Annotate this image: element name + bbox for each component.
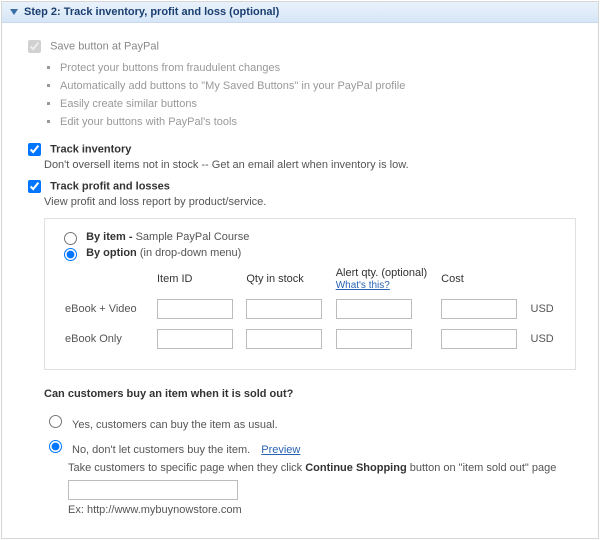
benefit-item: Protect your buttons from fraudulent cha… (60, 62, 576, 74)
item-id-input[interactable] (157, 299, 233, 319)
benefit-item: Automatically add buttons to "My Saved B… (60, 80, 576, 92)
benefit-item: Easily create similar buttons (60, 98, 576, 110)
by-item-example: Sample PayPal Course (133, 231, 250, 243)
col-cost: Cost (437, 265, 524, 293)
cost-input[interactable] (441, 329, 517, 349)
qty-input[interactable] (246, 299, 322, 319)
item-id-input[interactable] (157, 329, 233, 349)
soldout-url-example: Ex: http://www.mybuynowstore.com (68, 504, 576, 516)
tracking-options-box: By item - Sample PayPal Course By option… (44, 218, 576, 370)
track-pl-desc: View profit and loss report by product/s… (44, 196, 576, 208)
track-inventory-desc: Don't oversell items not in stock -- Get… (44, 159, 576, 171)
collapse-icon (10, 9, 18, 15)
by-item-row: By item - Sample PayPal Course (59, 229, 561, 245)
redirect-post: button on "item sold out" page (407, 462, 557, 474)
by-option-label: By option (86, 247, 137, 259)
inventory-table: Item ID Qty in stock Alert qty. (optiona… (59, 263, 561, 355)
cost-input[interactable] (441, 299, 517, 319)
col-qty: Qty in stock (242, 265, 329, 293)
currency-label: USD (527, 295, 560, 323)
col-alert: Alert qty. (optional) (336, 267, 431, 279)
by-option-radio[interactable] (64, 248, 77, 261)
soldout-yes-radio[interactable] (49, 415, 62, 428)
currency-label: USD (527, 325, 560, 353)
alert-qty-input[interactable] (336, 329, 412, 349)
step2-title: Step 2: Track inventory, profit and loss… (24, 6, 279, 18)
track-pl-label: Track profit and losses (50, 180, 170, 192)
save-at-paypal-checkbox (28, 40, 41, 53)
soldout-no-row: No, don't let customers buy the item. Pr… (44, 437, 576, 456)
save-benefits-list: Protect your buttons from fraudulent cha… (60, 62, 576, 128)
soldout-yes-label: Yes, customers can buy the item as usual… (72, 419, 278, 431)
benefit-item: Edit your buttons with PayPal's tools (60, 116, 576, 128)
soldout-question: Can customers buy an item when it is sol… (44, 388, 576, 400)
track-inventory-checkbox[interactable] (28, 143, 41, 156)
row-name: eBook + Video (61, 295, 151, 323)
soldout-url-input[interactable] (68, 480, 238, 500)
track-inventory-row: Track inventory (24, 140, 576, 159)
soldout-yes-row: Yes, customers can buy the item as usual… (44, 412, 576, 431)
table-row: eBook Only USD (61, 325, 559, 353)
table-row: eBook + Video USD (61, 295, 559, 323)
redirect-pre: Take customers to specific page when the… (68, 462, 305, 474)
continue-shopping-bold: Continue Shopping (305, 462, 406, 474)
alert-qty-input[interactable] (336, 299, 412, 319)
qty-input[interactable] (246, 329, 322, 349)
save-at-paypal-row: Save button at PayPal (24, 37, 576, 56)
step2-header[interactable]: Step 2: Track inventory, profit and loss… (2, 2, 598, 23)
save-at-paypal-label: Save button at PayPal (50, 40, 159, 52)
by-item-label: By item - (86, 231, 132, 243)
by-option-hint: (in drop-down menu) (137, 247, 242, 259)
track-pl-checkbox[interactable] (28, 180, 41, 193)
soldout-no-radio[interactable] (49, 440, 62, 453)
soldout-redirect-text: Take customers to specific page when the… (68, 462, 576, 474)
row-name: eBook Only (61, 325, 151, 353)
by-item-radio[interactable] (64, 232, 77, 245)
preview-link[interactable]: Preview (261, 444, 300, 456)
track-inventory-label: Track inventory (50, 143, 131, 155)
col-item-id: Item ID (153, 265, 240, 293)
by-option-row: By option (in drop-down menu) (59, 245, 561, 261)
whats-this-link[interactable]: What's this? (336, 280, 390, 291)
track-pl-row: Track profit and losses (24, 177, 576, 196)
soldout-no-label: No, don't let customers buy the item. (72, 444, 250, 456)
